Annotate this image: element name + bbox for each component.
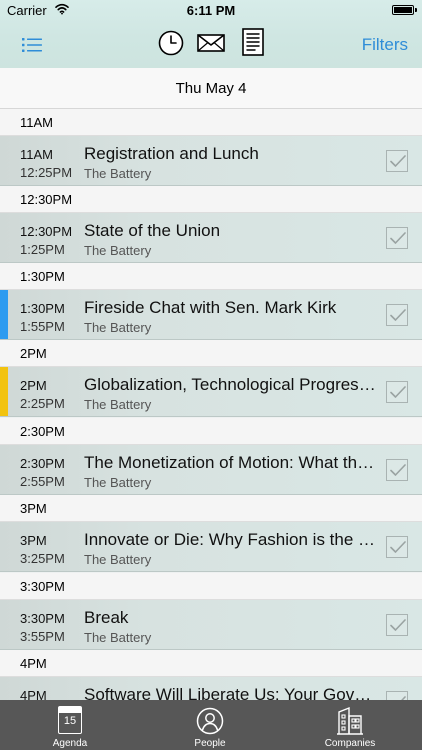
top-bar: Carrier 6:11 PM Filters	[0, 0, 422, 69]
tab-bar: 15 Agenda People Companies	[0, 700, 422, 750]
session-start-time: 2PM	[20, 378, 47, 393]
session-end-time: 12:25PM	[20, 165, 73, 180]
session-row[interactable]: 3:30PM 3:55PM Break The Battery	[0, 600, 422, 650]
time-section-header: 12:30PM	[0, 186, 422, 213]
session-row[interactable]: 1:30PM 1:55PM Fireside Chat with Sen. Ma…	[0, 290, 422, 340]
session-end-time: 2:25PM	[20, 396, 65, 411]
tab-companies[interactable]: Companies	[280, 700, 420, 750]
session-row[interactable]: 11AM 12:25PM Registration and Lunch The …	[0, 136, 422, 186]
tab-agenda[interactable]: 15 Agenda	[0, 700, 140, 750]
checkbox[interactable]	[386, 614, 408, 636]
session-end-time: 2:55PM	[20, 474, 65, 489]
checkmark-icon	[390, 464, 406, 476]
session-title: State of the Union	[84, 221, 221, 240]
session-start-time: 12:30PM	[20, 224, 73, 239]
session-location: The Battery	[84, 243, 152, 258]
checkbox[interactable]	[386, 227, 408, 249]
session-row[interactable]: 12:30PM 1:25PM State of the Union The Ba…	[0, 213, 422, 263]
checkbox[interactable]	[386, 150, 408, 172]
battery-icon	[392, 5, 417, 15]
session-row[interactable]: 2:30PM 2:55PM The Monetization of Motion…	[0, 445, 422, 495]
session-location: The Battery	[84, 552, 152, 567]
session-title: Innovate or Die: Why Fashion is the Next…	[84, 530, 376, 549]
checkbox[interactable]	[386, 304, 408, 326]
session-end-time: 3:25PM	[20, 551, 65, 566]
time-section-header: 1:30PM	[0, 263, 422, 290]
session-location: The Battery	[84, 397, 152, 412]
session-location: The Battery	[84, 320, 152, 335]
checkmark-icon	[390, 309, 406, 321]
checkmark-icon	[390, 619, 406, 631]
accent-bar	[0, 290, 8, 339]
session-start-time: 3:30PM	[20, 611, 65, 626]
time-section-header: 2:30PM	[0, 418, 422, 445]
calendar-icon: 15	[58, 706, 82, 734]
tab-label: Agenda	[52, 738, 88, 749]
checkbox[interactable]	[386, 459, 408, 481]
time-section-header: 2PM	[0, 340, 422, 367]
date-header: Thu May 4	[0, 68, 422, 109]
session-end-time: 1:25PM	[20, 242, 65, 257]
tab-people[interactable]: People	[140, 700, 280, 750]
calendar-day: 15	[63, 715, 77, 727]
filters-button[interactable]: Filters	[362, 35, 408, 55]
session-location: The Battery	[84, 630, 152, 645]
time-section-header: 11AM	[0, 109, 422, 136]
session-row[interactable]: 2PM 2:25PM Globalization, Technological …	[0, 367, 422, 417]
checkbox[interactable]	[386, 381, 408, 403]
accent-bar	[0, 367, 8, 416]
list-icon[interactable]	[22, 37, 42, 53]
session-title: The Monetization of Motion: What the Fut…	[84, 453, 376, 472]
mail-icon[interactable]	[197, 34, 225, 52]
session-start-time: 11AM	[20, 147, 53, 162]
checkmark-icon	[390, 232, 406, 244]
nav-bar: Filters	[0, 20, 422, 68]
building-icon	[333, 706, 367, 739]
checkmark-icon	[390, 155, 406, 167]
session-start-time: 3PM	[20, 533, 47, 548]
session-location: The Battery	[84, 475, 152, 490]
session-location: The Battery	[84, 166, 152, 181]
session-end-time: 1:55PM	[20, 319, 65, 334]
session-start-time: 1:30PM	[20, 301, 65, 316]
session-title: Registration and Lunch	[84, 144, 259, 163]
clock-icon[interactable]	[158, 30, 184, 56]
document-icon[interactable]	[242, 28, 264, 56]
time-section-header: 3:30PM	[0, 573, 422, 600]
checkmark-icon	[390, 386, 406, 398]
session-row[interactable]: 3PM 3:25PM Innovate or Die: Why Fashion …	[0, 522, 422, 572]
session-end-time: 3:55PM	[20, 629, 65, 644]
time-section-header: 3PM	[0, 495, 422, 522]
session-start-time: 2:30PM	[20, 456, 65, 471]
session-title: Globalization, Technological Progress an…	[84, 375, 376, 394]
time-section-header: 4PM	[0, 650, 422, 677]
checkbox[interactable]	[386, 536, 408, 558]
tab-label: People	[194, 738, 226, 749]
tab-label: Companies	[324, 738, 376, 749]
status-bar: Carrier 6:11 PM	[0, 0, 422, 20]
session-title: Break	[84, 608, 129, 627]
checkmark-icon	[390, 541, 406, 553]
status-time: 6:11 PM	[186, 3, 236, 18]
person-icon	[195, 706, 225, 739]
session-title: Fireside Chat with Sen. Mark Kirk	[84, 298, 337, 317]
